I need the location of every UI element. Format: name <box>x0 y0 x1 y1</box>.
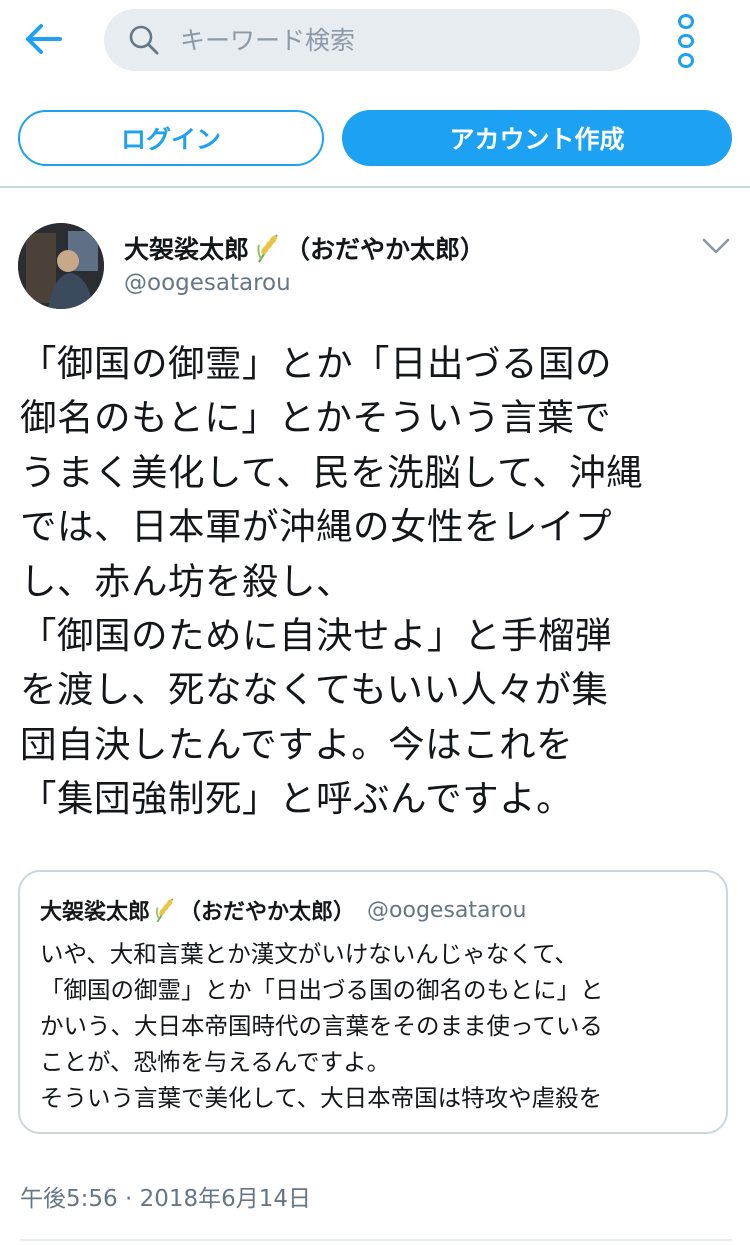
signup-button[interactable]: アカウント作成 <box>342 110 732 166</box>
author-name-suffix: （おだやか太郎） <box>285 235 486 264</box>
tweet-text: 「御国の御霊」とか「日出づる国の 御名のもとに」とかそういう言葉で うまく美化し… <box>20 342 644 821</box>
login-button[interactable]: ログイン <box>18 110 324 166</box>
quoted-author-name: 大袈裟太郎 <box>40 900 151 925</box>
divider <box>20 1239 732 1241</box>
chevron-down-icon <box>701 236 731 260</box>
quoted-tweet-card[interactable]: 大袈裟太郎 （おだやか太郎） @oogesatarou いや、大和言葉とか漢文が… <box>18 870 728 1134</box>
more-vertical-icon-dot <box>678 53 694 69</box>
rice-plant-emoji-icon <box>154 897 176 923</box>
quoted-author-handle: @oogesatarou <box>367 897 527 923</box>
quoted-tweet-header: 大袈裟太郎 （おだやか太郎） @oogesatarou <box>40 894 526 926</box>
author-name: 大袈裟太郎 <box>124 235 250 264</box>
search-icon <box>126 22 162 58</box>
more-options-button[interactable] <box>664 14 708 69</box>
divider <box>0 186 750 188</box>
back-arrow-icon <box>24 23 64 59</box>
back-button[interactable] <box>14 14 74 68</box>
more-vertical-icon-dot <box>678 33 694 49</box>
search-box[interactable] <box>104 9 640 71</box>
rice-plant-emoji-icon <box>255 233 281 263</box>
author-display-name[interactable]: 大袈裟太郎 （おだやか太郎） <box>124 230 485 266</box>
quoted-author-display-name: 大袈裟太郎 （おだやか太郎） <box>40 894 355 926</box>
quoted-tweet-text: いや、大和言葉とか漢文がいけないんじゃなくて、 「御国の御霊」とか「日出づる国の… <box>40 940 604 1112</box>
author-handle[interactable]: @oogesatarou <box>124 270 291 296</box>
avatar[interactable] <box>18 223 104 309</box>
more-vertical-icon <box>678 14 694 29</box>
tweet-options-button[interactable] <box>696 230 736 266</box>
search-input[interactable] <box>178 24 602 56</box>
top-bar <box>0 0 750 82</box>
auth-buttons: ログイン アカウント作成 <box>18 110 732 166</box>
tweet-timestamp[interactable]: 午後5:56 · 2018年6月14日 <box>20 1179 311 1213</box>
quoted-author-name-suffix: （おだやか太郎） <box>179 900 356 925</box>
